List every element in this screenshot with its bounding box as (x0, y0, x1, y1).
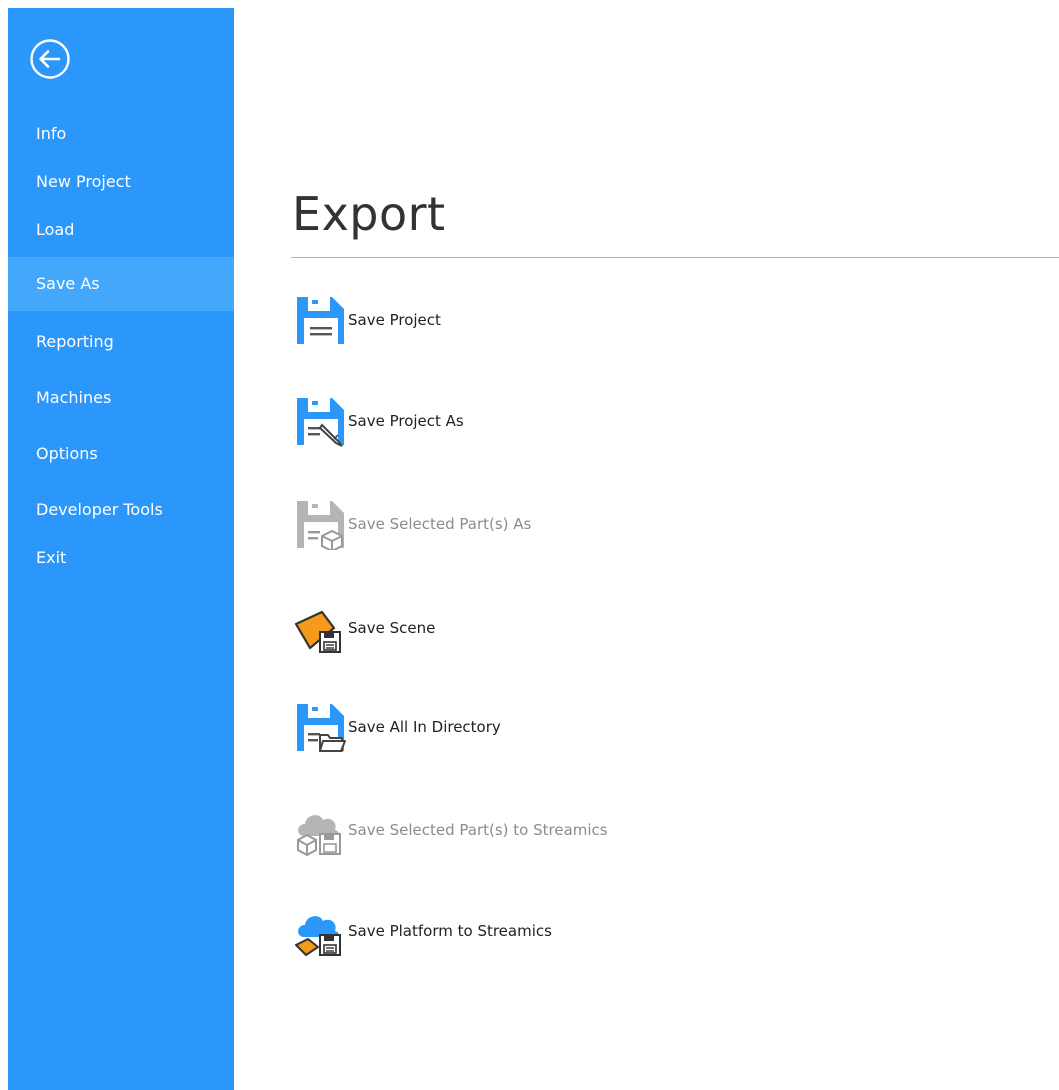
sidebar-item-save-as[interactable]: Save As (8, 257, 234, 311)
floppy-disk-pencil-icon (297, 398, 344, 447)
save-all-in-directory-button[interactable]: Save All In Directory (294, 699, 794, 755)
sidebar-item-info[interactable]: Info (8, 116, 234, 152)
floppy-disk-folder-icon (297, 704, 346, 752)
sidebar-item-machines[interactable]: Machines (8, 380, 234, 416)
command-label: Save Selected Part(s) to Streamics (348, 821, 608, 839)
save-platform-to-streamics-button[interactable]: Save Platform to Streamics (294, 903, 794, 959)
sidebar-item-label: Save As (36, 274, 100, 293)
save-project-as-button[interactable]: Save Project As (294, 393, 794, 449)
page-title: Export (292, 187, 446, 241)
sidebar-item-label: Load (36, 220, 75, 239)
save-selected-parts-to-streamics-button[interactable]: Save Selected Part(s) to Streamics (294, 802, 794, 858)
command-label: Save Platform to Streamics (348, 922, 552, 940)
command-label: Save Project As (348, 412, 464, 430)
save-selected-parts-as-button[interactable]: Save Selected Part(s) As (294, 496, 794, 552)
backstage-sidebar: Info New Project Load Save As Reporting … (8, 8, 234, 1090)
command-label: Save Project (348, 311, 441, 329)
command-label: Save All In Directory (348, 718, 501, 736)
cloud-plate-floppy-icon (295, 916, 341, 956)
sidebar-item-developer-tools[interactable]: Developer Tools (8, 492, 234, 528)
sidebar-item-new-project[interactable]: New Project (8, 164, 234, 200)
sidebar-item-options[interactable]: Options (8, 436, 234, 472)
main-content: Export Save Project Save Project As Save… (234, 0, 1059, 1090)
save-scene-button[interactable]: Save Scene (294, 600, 794, 656)
sidebar-item-label: Exit (36, 548, 67, 567)
cloud-cube-floppy-icon (297, 815, 341, 856)
back-button[interactable] (29, 38, 71, 80)
save-project-button[interactable]: Save Project (294, 292, 794, 348)
floppy-disk-icon (297, 297, 344, 344)
floppy-disk-cube-icon (297, 501, 344, 550)
sidebar-item-label: Developer Tools (36, 500, 163, 519)
sidebar-item-label: New Project (36, 172, 131, 191)
scene-plate-floppy-icon (294, 610, 341, 653)
sidebar-item-label: Options (36, 444, 98, 463)
back-arrow-circle-icon (30, 39, 70, 79)
sidebar-item-label: Machines (36, 388, 112, 407)
command-label: Save Scene (348, 619, 436, 637)
sidebar-item-label: Reporting (36, 332, 114, 351)
backstage-window: Info New Project Load Save As Reporting … (0, 0, 1059, 1090)
sidebar-item-load[interactable]: Load (8, 212, 234, 248)
sidebar-item-label: Info (36, 124, 67, 143)
command-label: Save Selected Part(s) As (348, 515, 532, 533)
sidebar-item-exit[interactable]: Exit (8, 540, 234, 576)
sidebar-item-reporting[interactable]: Reporting (8, 324, 234, 360)
title-divider (291, 257, 1059, 258)
